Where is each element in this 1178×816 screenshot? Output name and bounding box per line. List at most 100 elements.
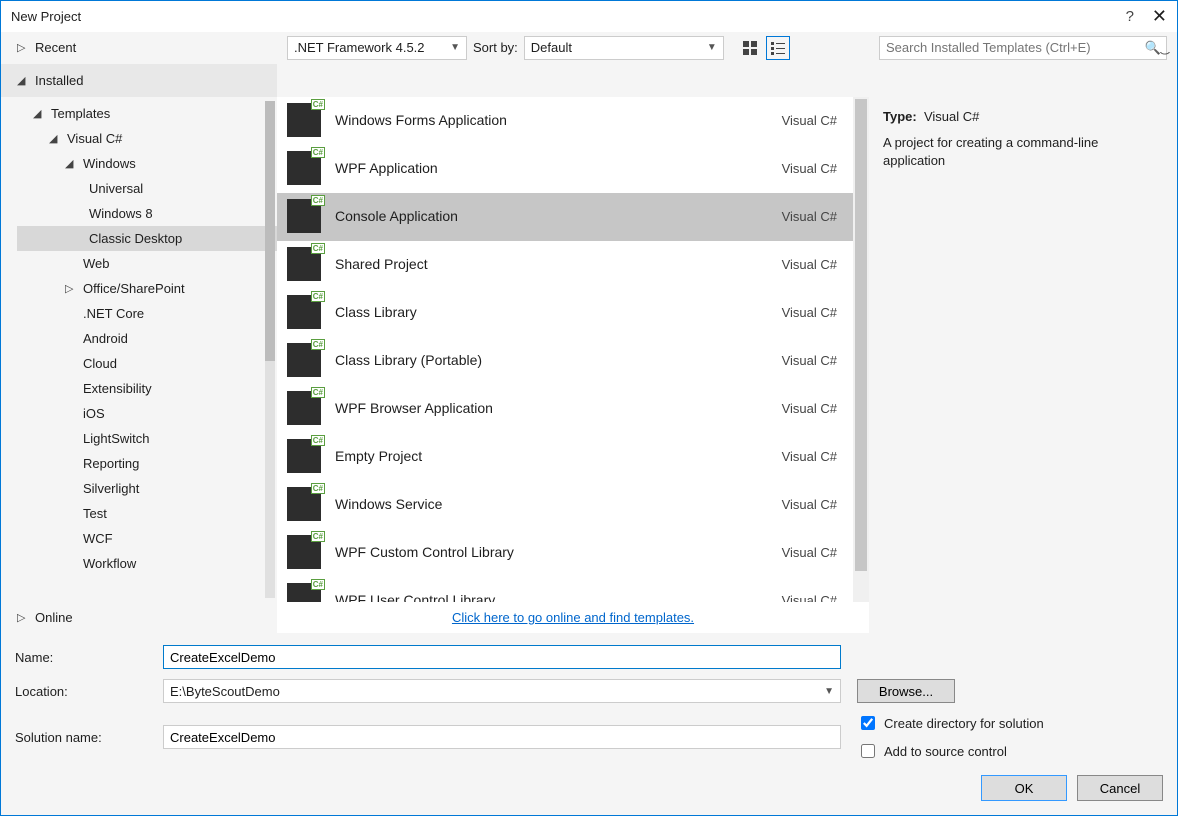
project-template-icon — [287, 487, 321, 521]
new-project-dialog: New Project ? ✕ ▷ Recent .NET Framework … — [0, 0, 1178, 816]
template-name: WPF Browser Application — [335, 400, 768, 416]
project-template-icon — [287, 247, 321, 281]
tree-item-silverlight[interactable]: Silverlight — [17, 476, 277, 501]
template-row[interactable]: WPF Custom Control LibraryVisual C# — [277, 529, 869, 577]
template-row[interactable]: WPF Application Visual C# — [277, 145, 869, 193]
framework-selector[interactable]: .NET Framework 4.5.2▼ — [287, 36, 467, 60]
tree-item-test[interactable]: Test — [17, 501, 277, 526]
template-row[interactable]: WPF Browser ApplicationVisual C# — [277, 385, 869, 433]
tree-item-windows[interactable]: ◢Windows — [17, 151, 277, 176]
template-row[interactable]: Empty ProjectVisual C# — [277, 433, 869, 481]
template-name: Console Application — [335, 208, 768, 224]
search-icon[interactable]: 🔍͜ — [1145, 40, 1161, 56]
tree-item-net-core[interactable]: .NET Core — [17, 301, 277, 326]
name-input[interactable] — [163, 645, 841, 669]
tree-item-office-sharepoint[interactable]: ▷Office/SharePoint — [17, 276, 277, 301]
template-row[interactable]: Windows ServiceVisual C# — [277, 481, 869, 529]
template-language: Visual C# — [782, 113, 837, 128]
create-directory-checkbox[interactable] — [861, 716, 875, 730]
tree-item-lightswitch[interactable]: LightSwitch — [17, 426, 277, 451]
details-panel: Type: Visual C# A project for creating a… — [869, 97, 1177, 602]
cancel-button[interactable]: Cancel — [1077, 775, 1163, 801]
installed-label: Installed — [35, 73, 83, 88]
tree-item-extensibility[interactable]: Extensibility — [17, 376, 277, 401]
solution-name-label: Solution name: — [15, 730, 163, 745]
title-bar: New Project ? ✕ — [1, 1, 1177, 32]
template-name: Class Library (Portable) — [335, 352, 768, 368]
sidebar-section-online[interactable]: ▷ Online — [1, 602, 277, 632]
project-template-icon — [287, 439, 321, 473]
online-templates-link[interactable]: Click here to go online and find templat… — [452, 610, 694, 625]
sort-by-label: Sort by: — [473, 40, 518, 55]
tree-item-visual-csharp[interactable]: ◢Visual C# — [17, 126, 277, 151]
sort-by-selector[interactable]: Default▼ — [524, 36, 724, 60]
templates-scrollbar-thumb[interactable] — [855, 99, 867, 571]
template-language: Visual C# — [782, 209, 837, 224]
chevron-right-icon: ▷ — [17, 611, 29, 624]
template-row[interactable]: Windows Forms Application Visual C# — [277, 97, 869, 145]
project-template-icon — [287, 103, 321, 137]
tree-item-workflow[interactable]: Workflow — [17, 551, 277, 576]
filter-bar: .NET Framework 4.5.2▼ Sort by: Default▼ — [277, 36, 869, 60]
project-template-icon — [287, 391, 321, 425]
tree-item-universal[interactable]: Universal — [17, 176, 277, 201]
project-template-icon — [287, 151, 321, 185]
template-name: Windows Service — [335, 496, 768, 512]
view-small-icons-button[interactable] — [766, 36, 790, 60]
tree-item-windows8[interactable]: Windows 8 — [17, 201, 277, 226]
list-icon — [771, 41, 785, 55]
add-source-control-checkbox[interactable] — [861, 744, 875, 758]
close-icon[interactable]: ✕ — [1152, 6, 1167, 27]
template-name: WPF Application — [335, 160, 768, 176]
template-language: Visual C# — [782, 161, 837, 176]
bottom-form: Name: Location: E:\ByteScoutDemo ▼ Brows… — [1, 633, 1177, 815]
tree-item-cloud[interactable]: Cloud — [17, 351, 277, 376]
template-name: Shared Project — [335, 256, 768, 272]
template-language: Visual C# — [782, 305, 837, 320]
tree-item-templates[interactable]: ◢Templates — [17, 101, 277, 126]
solution-name-input[interactable] — [163, 725, 841, 749]
search-input[interactable] — [879, 36, 1167, 60]
template-language: Visual C# — [782, 593, 837, 602]
chevron-right-icon: ▷ — [17, 41, 29, 54]
location-label: Location: — [15, 684, 163, 699]
template-name: Class Library — [335, 304, 768, 320]
project-template-icon — [287, 583, 321, 602]
location-input[interactable]: E:\ByteScoutDemo ▼ — [163, 679, 841, 703]
template-list: Windows Forms ApplicationVisual C#WPF Ap… — [277, 97, 869, 602]
template-language: Visual C# — [782, 545, 837, 560]
window-title: New Project — [11, 9, 81, 24]
tree-item-reporting[interactable]: Reporting — [17, 451, 277, 476]
template-language: Visual C# — [782, 257, 837, 272]
tree-item-android[interactable]: Android — [17, 326, 277, 351]
template-name: Windows Forms Application — [335, 112, 768, 128]
sidebar-scrollbar-thumb[interactable] — [265, 101, 275, 361]
tree-item-classic-desktop[interactable]: Classic Desktop — [17, 226, 277, 251]
grid-icon — [743, 41, 757, 55]
template-row[interactable]: Shared Project Visual C# — [277, 241, 869, 289]
chevron-down-icon: ▼ — [707, 42, 717, 53]
add-source-control-label: Add to source control — [884, 744, 1007, 759]
template-language: Visual C# — [782, 353, 837, 368]
template-row[interactable]: WPF User Control Library Visual C# — [277, 577, 869, 602]
ok-button[interactable]: OK — [981, 775, 1067, 801]
template-row[interactable]: Class Library Visual C# — [277, 289, 869, 337]
help-icon[interactable]: ? — [1126, 8, 1134, 25]
tree-item-web[interactable]: Web — [17, 251, 277, 276]
template-name: Empty Project — [335, 448, 768, 464]
type-value: Visual C# — [924, 109, 979, 124]
sidebar-tree: ◢Templates ◢Visual C# ◢Windows Universal… — [1, 97, 277, 602]
template-name: WPF User Control Library — [335, 592, 768, 602]
chevron-down-icon: ▼ — [824, 686, 834, 697]
template-row[interactable]: Console Application Visual C# — [277, 193, 869, 241]
name-label: Name: — [15, 650, 163, 665]
browse-button[interactable]: Browse... — [857, 679, 955, 703]
view-medium-icons-button[interactable] — [738, 36, 762, 60]
type-label: Type: — [883, 109, 917, 124]
template-row[interactable]: Class Library (Portable) Visual C# — [277, 337, 869, 385]
sidebar-section-recent[interactable]: ▷ Recent — [1, 32, 277, 65]
tree-item-wcf[interactable]: WCF — [17, 526, 277, 551]
sidebar-section-installed[interactable]: ◢ Installed — [1, 64, 277, 97]
project-template-icon — [287, 535, 321, 569]
tree-item-ios[interactable]: iOS — [17, 401, 277, 426]
